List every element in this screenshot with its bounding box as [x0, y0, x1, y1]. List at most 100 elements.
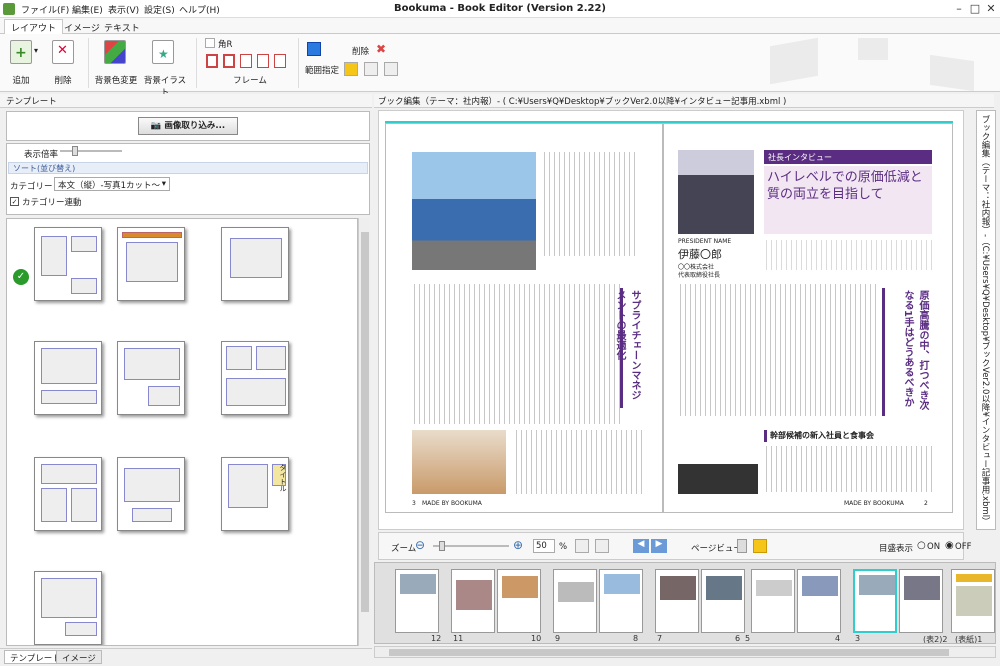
- tab-image-bottom[interactable]: イメージ: [56, 650, 102, 664]
- prev-page-icon[interactable]: ◀: [633, 539, 649, 553]
- left-footer: MADE BY BOOKUMA: [422, 500, 482, 507]
- template-thumb-6[interactable]: [221, 341, 289, 415]
- president-name: 伊藤〇郎: [678, 248, 722, 261]
- camera-icon: 📷: [150, 121, 162, 131]
- template-thumb-3[interactable]: [221, 227, 289, 301]
- add-page-icon[interactable]: +: [10, 40, 32, 64]
- template-thumb-9[interactable]: タイトル: [221, 457, 289, 531]
- ruler-on-radio[interactable]: ○: [917, 540, 926, 551]
- bg-color-icon[interactable]: [104, 40, 126, 64]
- film-page-11[interactable]: [451, 569, 495, 633]
- ruler-label: 目盛表示: [879, 544, 914, 554]
- template-scrollbar[interactable]: [358, 218, 370, 646]
- frame-style-4[interactable]: [257, 54, 269, 68]
- add-label: 追加: [12, 76, 30, 86]
- zoom-out-icon[interactable]: ⊖: [415, 538, 425, 552]
- film-num-2: (表2)2: [923, 635, 948, 644]
- zoom-ratio-label: 表示倍率: [24, 150, 59, 160]
- film-num-5: 5: [745, 634, 751, 643]
- film-page-8[interactable]: [599, 569, 643, 633]
- next-page-icon[interactable]: ▶: [651, 539, 667, 553]
- ruler-on-label: ON: [927, 542, 941, 552]
- president-photo[interactable]: [678, 150, 754, 234]
- menu-file[interactable]: ファイル(F): [21, 3, 69, 16]
- menu-settings[interactable]: 設定(S): [144, 3, 175, 16]
- filmstrip-scrollbar[interactable]: [374, 646, 996, 658]
- zoom-value[interactable]: 50: [533, 539, 555, 553]
- tab-layout[interactable]: レイアウト: [4, 19, 64, 35]
- frame-style-1[interactable]: [206, 54, 218, 68]
- zoom-label: ズーム: [391, 544, 417, 554]
- film-num-12: 12: [431, 634, 442, 643]
- chevron-down-icon: ▾: [161, 179, 166, 189]
- template-thumb-1[interactable]: [34, 227, 102, 301]
- left-vertical-headline: サプライチェーンマネジメントの最適化: [614, 288, 644, 408]
- zoom-in-icon[interactable]: ⊕: [513, 538, 523, 552]
- right-page[interactable]: 社長インタビュー ハイレベルでの原価低減と質の両立を目指して PRESIDENT…: [663, 123, 953, 513]
- left-page[interactable]: サプライチェーンマネジメントの最適化 3 MADE BY BOOKUMA: [385, 123, 663, 513]
- film-page-5[interactable]: [751, 569, 795, 633]
- deselect-button[interactable]: [384, 62, 398, 76]
- menu-edit[interactable]: 編集(E): [72, 3, 103, 16]
- film-page-4[interactable]: [797, 569, 841, 633]
- category-link-checkbox[interactable]: ✓: [10, 197, 19, 206]
- film-page-1[interactable]: [951, 569, 995, 633]
- corner-r-checkbox[interactable]: [205, 38, 215, 48]
- template-thumb-5[interactable]: [117, 341, 185, 415]
- category-link-label: カテゴリー連動: [22, 198, 82, 208]
- menu-view[interactable]: 表示(V): [108, 3, 139, 16]
- fit-icon[interactable]: [575, 539, 589, 553]
- film-page-10[interactable]: [497, 569, 541, 633]
- film-page-7[interactable]: [655, 569, 699, 633]
- tab-text[interactable]: テキスト: [98, 20, 146, 34]
- bg-illust-icon[interactable]: ★: [152, 40, 174, 64]
- zoom-ratio-slider[interactable]: [60, 146, 122, 156]
- template-thumb-10[interactable]: [34, 571, 102, 645]
- frame-style-3[interactable]: [240, 54, 252, 68]
- film-page-3[interactable]: [853, 569, 897, 633]
- spread-page-icon[interactable]: [753, 539, 767, 553]
- single-page-icon[interactable]: [737, 539, 747, 553]
- book-edit-vertical-tab[interactable]: ブック編集（テーマ：社内報）-（C:¥Users¥Q¥Desktop¥ブックVe…: [976, 110, 996, 530]
- template-thumb-4[interactable]: [34, 341, 102, 415]
- factory-photo[interactable]: [412, 152, 536, 270]
- select-all-button[interactable]: [344, 62, 358, 76]
- import-image-button[interactable]: 📷 画像取り込み...: [138, 117, 238, 135]
- category-select[interactable]: 本文（縦）-写真1カット～ ▾: [54, 177, 170, 191]
- select-mode-button[interactable]: [364, 62, 378, 76]
- film-page-12[interactable]: [395, 569, 439, 633]
- maximize-button[interactable]: □: [968, 2, 982, 16]
- check-icon: ✓: [13, 269, 29, 285]
- staff-photo[interactable]: [678, 444, 758, 494]
- delete-page-icon[interactable]: ✕: [52, 40, 74, 64]
- template-thumb-2[interactable]: [117, 227, 185, 301]
- fit-width-icon[interactable]: [595, 539, 609, 553]
- film-num-7: 7: [657, 634, 663, 643]
- minimize-button[interactable]: –: [952, 2, 966, 16]
- template-thumb-7[interactable]: [34, 457, 102, 531]
- main-headline: ハイレベルでの原価低減と質の両立を目指して: [764, 166, 932, 234]
- menu-help[interactable]: ヘルプ(H): [179, 3, 220, 16]
- book-canvas[interactable]: サプライチェーンマネジメントの最適化 3 MADE BY BOOKUMA 社長イ…: [378, 110, 964, 530]
- template-panel-header: テンプレート: [0, 94, 372, 108]
- sort-toggle[interactable]: ソート(並び替え): [8, 162, 368, 174]
- film-page-2[interactable]: [899, 569, 943, 633]
- range-select-icon[interactable]: [307, 42, 321, 56]
- subhead: 幹部候補の新入社員と食事会: [764, 430, 932, 442]
- ruler-off-radio[interactable]: ◉: [945, 540, 954, 551]
- right-page-number: 2: [924, 500, 928, 507]
- film-page-6[interactable]: [701, 569, 745, 633]
- food-photo[interactable]: [412, 430, 506, 494]
- frame-style-2[interactable]: [223, 54, 235, 68]
- zoom-unit: %: [559, 542, 568, 552]
- delete-x-icon[interactable]: ✖: [376, 42, 386, 56]
- frame-style-5[interactable]: [274, 54, 286, 68]
- close-button[interactable]: ✕: [984, 2, 998, 16]
- template-thumb-8[interactable]: [117, 457, 185, 531]
- book-decoration-icon-2: [858, 38, 888, 60]
- zoom-slider[interactable]: [433, 541, 509, 551]
- ruler-off-label: OFF: [955, 542, 972, 552]
- film-page-9[interactable]: [553, 569, 597, 633]
- page-filmstrip[interactable]: 12 11 10 9 8 7 6 5 4 3 (表2)2 (表紙)1: [374, 562, 996, 644]
- add-dropdown-icon[interactable]: ▾: [34, 46, 38, 55]
